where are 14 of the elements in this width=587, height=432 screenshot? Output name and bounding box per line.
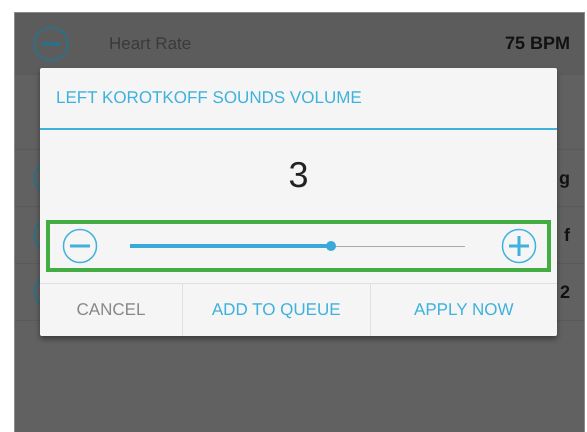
row-value: f bbox=[564, 224, 570, 246]
row-value: 75 BPM bbox=[504, 33, 570, 54]
dialog-button[interactable]: CANCEL bbox=[40, 284, 182, 336]
row-value: 2 bbox=[560, 282, 570, 302]
slider-thumb[interactable] bbox=[326, 241, 336, 251]
plus-button[interactable] bbox=[501, 228, 537, 264]
dialog-button[interactable]: ADD TO QUEUE bbox=[182, 284, 370, 336]
row-value: g bbox=[559, 168, 570, 188]
volume-value: 3 bbox=[288, 153, 309, 197]
minus-button[interactable] bbox=[62, 228, 98, 264]
volume-slider[interactable] bbox=[130, 244, 465, 248]
minus-circle-icon[interactable] bbox=[33, 26, 69, 62]
dialog-title: LEFT KOROTKOFF SOUNDS VOLUME bbox=[40, 68, 557, 130]
dialog-button[interactable]: APPLY NOW bbox=[370, 284, 557, 336]
